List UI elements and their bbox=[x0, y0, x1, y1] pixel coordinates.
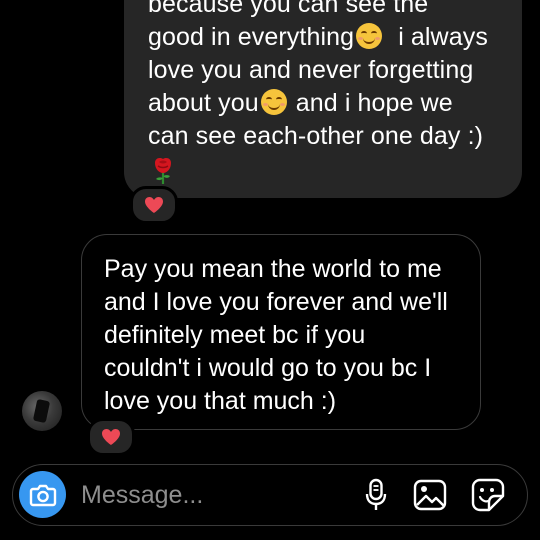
message-line: because you can see the bbox=[148, 0, 429, 18]
message-line: love you and never forgetting bbox=[148, 56, 474, 84]
microphone-icon bbox=[365, 478, 387, 510]
message-text: and i hope we bbox=[295, 89, 453, 117]
sender-avatar[interactable] bbox=[22, 391, 62, 431]
sent-message-bubble[interactable]: because you can see the good in everythi… bbox=[124, 0, 522, 198]
received-message-reaction[interactable] bbox=[87, 418, 135, 456]
gallery-icon bbox=[413, 479, 447, 511]
smiling-face-emoji-icon bbox=[260, 89, 287, 115]
gallery-button[interactable] bbox=[413, 478, 447, 512]
message-line: couldn't i would go to you bc I bbox=[104, 354, 432, 382]
message-input[interactable]: Message... bbox=[81, 480, 203, 510]
dm-thread-screen: because you can see the good in everythi… bbox=[0, 0, 540, 540]
camera-button[interactable] bbox=[19, 471, 66, 518]
received-message-bubble[interactable]: Pay you mean the world to me and I love … bbox=[81, 234, 481, 430]
message-line: can see each-other one day :) bbox=[148, 122, 484, 150]
message-text: about you bbox=[148, 89, 259, 117]
sent-message-reaction[interactable] bbox=[130, 186, 178, 224]
rose-emoji-icon bbox=[155, 158, 171, 184]
red-heart-icon bbox=[102, 429, 120, 445]
red-heart-icon bbox=[145, 197, 163, 213]
message-line: and I love you forever and we'll bbox=[104, 288, 448, 316]
relieved-face-emoji-icon bbox=[356, 23, 383, 49]
message-line: good in everything i always bbox=[148, 21, 508, 54]
message-composer: Message... bbox=[12, 464, 528, 526]
message-line: definitely meet bc if you bbox=[104, 321, 366, 349]
sticker-icon bbox=[471, 478, 505, 512]
message-text: i always bbox=[398, 23, 488, 51]
camera-icon bbox=[29, 484, 56, 506]
message-text: good in everything bbox=[148, 23, 355, 51]
message-line: about you and i hope we bbox=[148, 87, 508, 120]
message-line: Pay you mean the world to me bbox=[104, 255, 442, 283]
sticker-button[interactable] bbox=[471, 478, 505, 512]
microphone-button[interactable] bbox=[359, 478, 393, 512]
message-line: love you that much :) bbox=[104, 387, 337, 415]
